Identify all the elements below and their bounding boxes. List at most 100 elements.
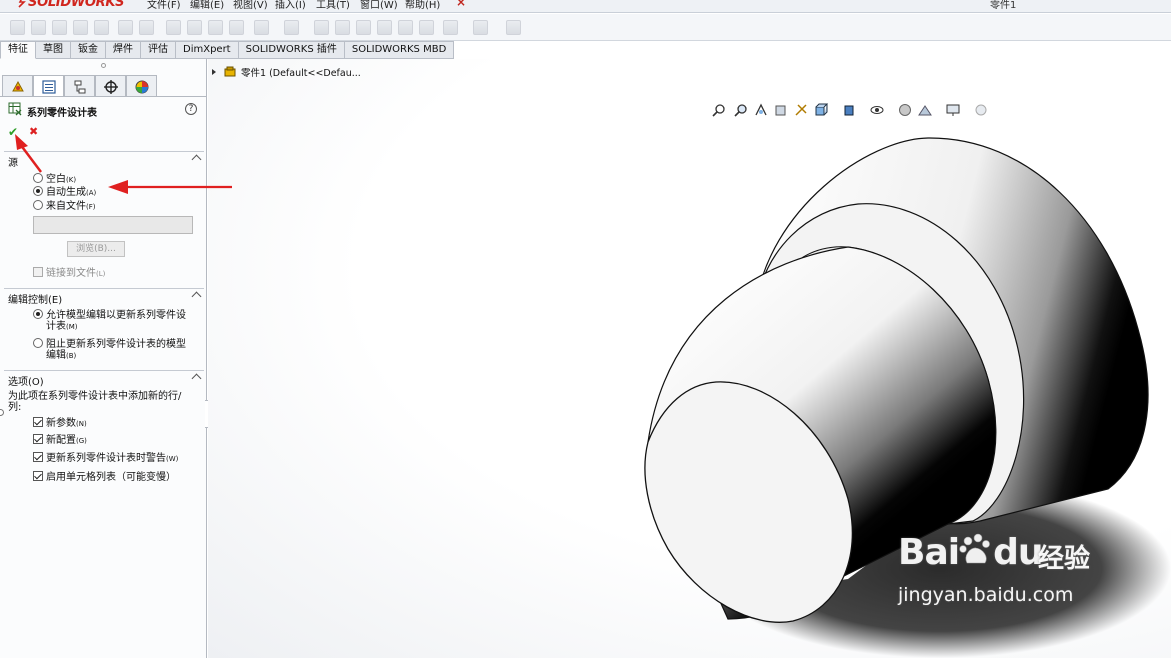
tab-display-manager[interactable] bbox=[126, 75, 157, 97]
zoom-to-area-icon[interactable] bbox=[734, 103, 748, 117]
radio-from-file[interactable]: 来自文件(F) bbox=[33, 197, 96, 212]
display-manager-icon bbox=[135, 80, 149, 94]
solidworks-logo-icon bbox=[18, 0, 26, 8]
expand-arrow-icon[interactable] bbox=[212, 69, 216, 75]
shell-icon[interactable] bbox=[356, 20, 371, 35]
chevron-up-icon[interactable] bbox=[191, 373, 202, 384]
watermark-cn: 经验 bbox=[1038, 544, 1091, 574]
edit-control-group-header[interactable]: 编辑控制(E) bbox=[4, 288, 204, 306]
dynamic-annotation-icon[interactable] bbox=[794, 103, 808, 117]
radio-block-model-edit-line2: 编辑(B) bbox=[46, 350, 77, 361]
tab-evaluate[interactable]: 评估 bbox=[141, 41, 176, 59]
radio-block-model-edit-button[interactable] bbox=[33, 338, 43, 348]
loft-icon[interactable] bbox=[73, 20, 88, 35]
menu-file[interactable]: 文件(F) bbox=[147, 0, 181, 11]
instant3d-icon[interactable] bbox=[506, 20, 521, 35]
check-new-configurations[interactable]: 新配置(G) bbox=[33, 431, 87, 446]
source-group-header[interactable]: 源 bbox=[4, 151, 204, 169]
mirror-icon[interactable] bbox=[419, 20, 434, 35]
zoom-to-fit-icon[interactable] bbox=[712, 103, 726, 117]
boundary-icon[interactable] bbox=[94, 20, 109, 35]
feature-tree-root[interactable]: 零件1 (Default<<Defau... bbox=[212, 65, 361, 79]
check-warn-on-update[interactable]: 更新系列零件设计表时警告(W) bbox=[33, 449, 178, 464]
radio-allow-model-edit-line2: 计表(M) bbox=[46, 321, 78, 332]
tab-sketch[interactable]: 草图 bbox=[36, 41, 71, 59]
curves-icon[interactable] bbox=[473, 20, 488, 35]
apply-scene-icon[interactable] bbox=[918, 103, 932, 117]
draft-icon[interactable] bbox=[335, 20, 350, 35]
dimxpert-manager-icon bbox=[104, 80, 118, 94]
property-manager-icon bbox=[42, 80, 56, 94]
tab-features[interactable]: 特征 bbox=[0, 41, 36, 59]
check-new-parameters[interactable]: 新参数(N) bbox=[33, 414, 87, 429]
graphics-area[interactable]: 零件1 (Default<<Defau... Bai du 经验 jingyan… bbox=[208, 59, 1171, 658]
radio-blank-button[interactable] bbox=[33, 173, 43, 183]
tab-weldments[interactable]: 焊件 bbox=[106, 41, 141, 59]
section-view-icon[interactable] bbox=[774, 103, 788, 117]
view-settings-icon[interactable] bbox=[946, 103, 960, 117]
document-name: 零件1 bbox=[990, 0, 1017, 11]
radio-auto-create-button[interactable] bbox=[33, 186, 43, 196]
menu-tools[interactable]: 工具(T) bbox=[316, 0, 350, 11]
reference-geometry-icon[interactable] bbox=[443, 20, 458, 35]
rib-icon[interactable] bbox=[314, 20, 329, 35]
menu-window[interactable]: 窗口(W) bbox=[360, 0, 398, 11]
hole-wizard-icon[interactable] bbox=[139, 20, 154, 35]
radio-auto-create[interactable]: 自动生成(A) bbox=[33, 183, 96, 198]
lofted-cut-icon[interactable] bbox=[208, 20, 223, 35]
wrap-icon[interactable] bbox=[377, 20, 392, 35]
menu-view[interactable]: 视图(V) bbox=[233, 0, 268, 11]
fillet-icon[interactable] bbox=[254, 20, 269, 35]
check-new-parameters-box[interactable] bbox=[33, 417, 43, 427]
extrude-cut-icon[interactable] bbox=[118, 20, 133, 35]
tab-mbd[interactable]: SOLIDWORKS MBD bbox=[344, 41, 455, 59]
extrude-boss-icon[interactable] bbox=[10, 20, 25, 35]
check-new-configurations-box[interactable] bbox=[33, 434, 43, 444]
help-icon[interactable]: ? bbox=[185, 103, 197, 115]
revolve-cut-icon[interactable] bbox=[166, 20, 181, 35]
baidu-watermark: Bai du 经验 jingyan.baidu.com bbox=[898, 532, 1090, 606]
tab-property-manager[interactable] bbox=[33, 75, 64, 97]
display-style-icon[interactable] bbox=[842, 103, 856, 117]
tab-dimxpert[interactable]: DimXpert bbox=[176, 41, 239, 59]
options-description-line2: 列: bbox=[8, 402, 22, 413]
panel-grip-icon[interactable] bbox=[101, 63, 106, 68]
tab-feature-manager[interactable] bbox=[2, 75, 33, 97]
check-warn-on-update-box[interactable] bbox=[33, 452, 43, 462]
tab-sheet-metal[interactable]: 钣金 bbox=[71, 41, 106, 59]
close-icon[interactable]: × bbox=[456, 0, 466, 9]
radio-allow-model-edit-button[interactable] bbox=[33, 309, 43, 319]
menu-edit[interactable]: 编辑(E) bbox=[190, 0, 224, 11]
configuration-manager-icon bbox=[74, 80, 86, 94]
radio-from-file-button[interactable] bbox=[33, 200, 43, 210]
link-to-file-check[interactable] bbox=[33, 267, 43, 277]
tab-configuration-manager[interactable] bbox=[64, 75, 95, 97]
swept-cut-icon[interactable] bbox=[187, 20, 202, 35]
link-to-file-checkbox[interactable]: 链接到文件(L) bbox=[33, 264, 105, 279]
intersect-icon[interactable] bbox=[398, 20, 413, 35]
ok-button[interactable]: ✔ bbox=[8, 125, 18, 139]
sweep-icon[interactable] bbox=[52, 20, 67, 35]
boundary-cut-icon[interactable] bbox=[229, 20, 244, 35]
watermark-url: jingyan.baidu.com bbox=[898, 584, 1074, 606]
edit-appearance-icon[interactable] bbox=[898, 103, 912, 117]
previous-view-icon[interactable] bbox=[754, 103, 768, 117]
tab-dimxpert-manager[interactable] bbox=[95, 75, 126, 97]
hide-show-items-icon[interactable] bbox=[870, 103, 884, 117]
revolve-boss-icon[interactable] bbox=[31, 20, 46, 35]
tab-addins[interactable]: SOLIDWORKS 插件 bbox=[238, 41, 345, 59]
chevron-up-icon[interactable] bbox=[191, 291, 202, 302]
pattern-icon[interactable] bbox=[284, 20, 299, 35]
browse-button[interactable]: 浏览(B)... bbox=[67, 241, 125, 257]
menu-insert[interactable]: 插入(I) bbox=[275, 0, 306, 11]
chevron-up-icon[interactable] bbox=[191, 154, 202, 165]
options-group-header[interactable]: 选项(O) bbox=[4, 370, 204, 388]
realview-icon[interactable] bbox=[974, 103, 988, 117]
cancel-button[interactable]: ✖ bbox=[29, 125, 38, 138]
check-enable-cell-lists[interactable]: 启用单元格列表（可能变慢） bbox=[33, 468, 176, 483]
menu-help[interactable]: 帮助(H) bbox=[405, 0, 440, 11]
app-logo: SOLIDWORKS bbox=[28, 0, 125, 10]
view-orientation-icon[interactable] bbox=[814, 103, 828, 117]
file-path-input[interactable] bbox=[33, 216, 193, 234]
check-enable-cell-lists-box[interactable] bbox=[33, 471, 43, 481]
